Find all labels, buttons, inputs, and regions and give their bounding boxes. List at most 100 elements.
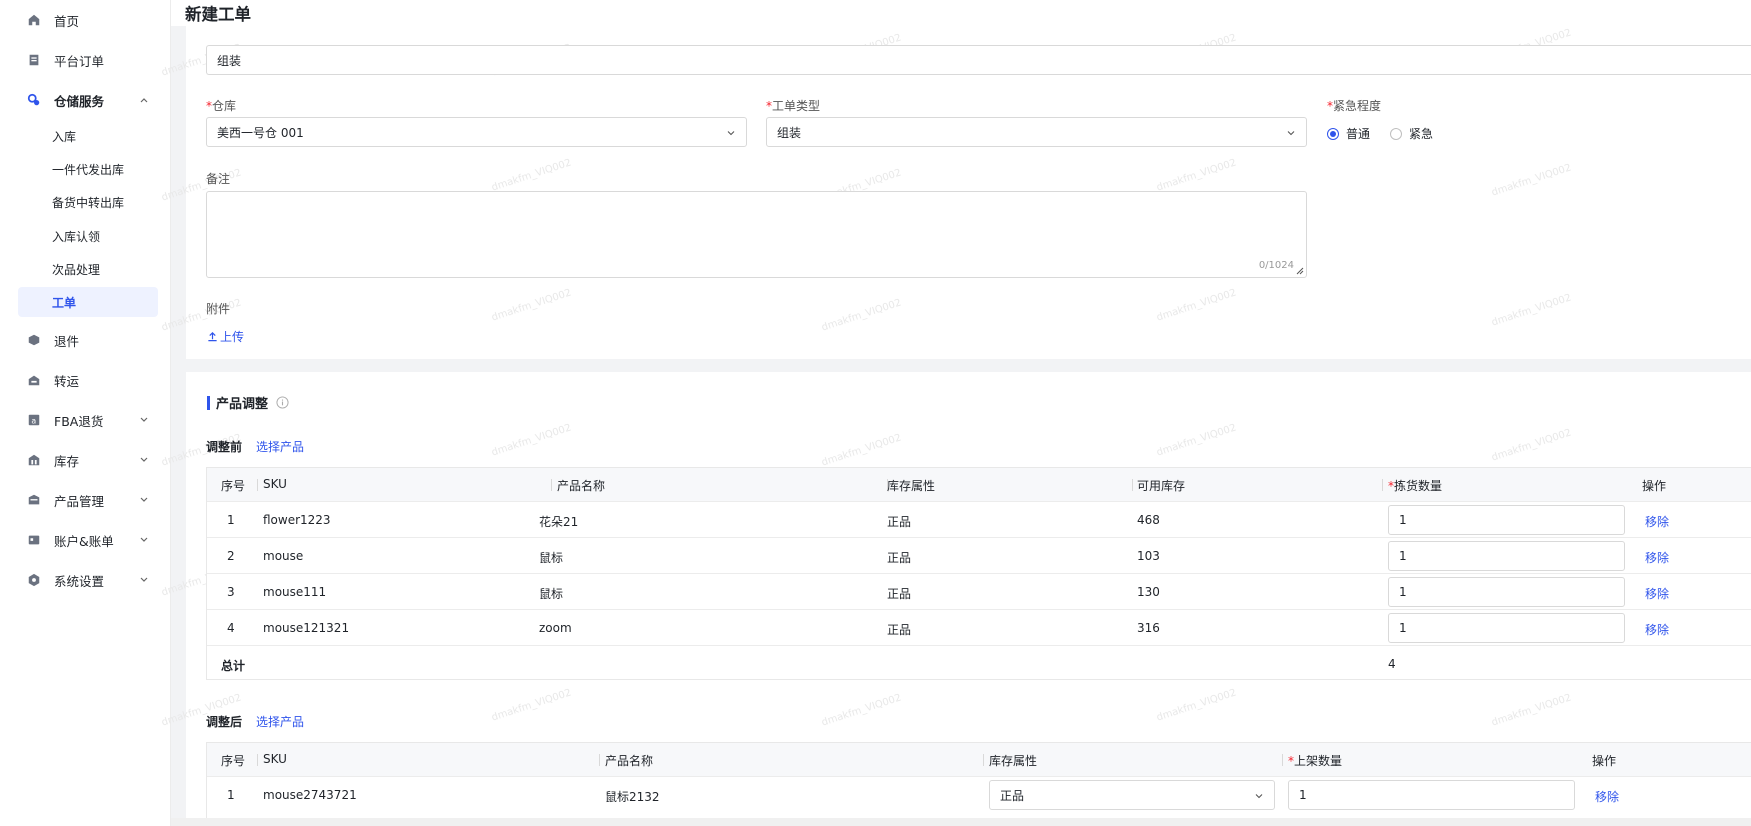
column-divider (1132, 479, 1133, 491)
remove-link[interactable]: 移除 (1645, 621, 1669, 638)
upload-button[interactable]: 上传 (207, 328, 244, 345)
home-icon (26, 12, 42, 28)
row-stock-attribute: 正品 (887, 587, 912, 601)
sidebar-item-label: 系统设置 (54, 573, 105, 589)
remove-link[interactable]: 移除 (1595, 788, 1619, 805)
resize-handle-icon[interactable] (1296, 267, 1304, 275)
sidebar-item-label: 平台订单 (54, 53, 105, 69)
remove-link[interactable]: 移除 (1645, 585, 1669, 602)
row-index: 1 (227, 788, 235, 802)
settings-icon (26, 572, 42, 588)
urgency-radio-urgent[interactable]: 紧急 (1390, 125, 1433, 142)
product-icon (26, 492, 42, 508)
pick-quantity-input[interactable]: 1 (1388, 505, 1625, 535)
column-divider (257, 754, 258, 766)
sidebar-item-fba-returns[interactable]: a FBA退货 (18, 405, 158, 435)
remove-link[interactable]: 移除 (1645, 513, 1669, 530)
sidebar-item-platform-orders[interactable]: 平台订单 (18, 45, 158, 75)
select-product-before-link[interactable]: 选择产品 (256, 438, 304, 455)
sidebar-item-label: 退件 (54, 333, 80, 349)
pick-quantity-input[interactable]: 1 (1388, 541, 1625, 571)
row-sku: mouse (263, 549, 304, 563)
column-header: 序号 (221, 479, 246, 493)
chevron-down-icon (1255, 794, 1263, 799)
sidebar-sub-transit-outbound[interactable]: 备货中转出库 (18, 187, 158, 217)
column-header: SKU (263, 752, 287, 766)
section-accent-bar (207, 395, 210, 410)
remove-link[interactable]: 移除 (1645, 549, 1669, 566)
urgency-radio-normal[interactable]: 普通 (1327, 125, 1370, 142)
chevron-down-icon (140, 497, 148, 502)
sidebar-item-account-billing[interactable]: 账户&账单 (18, 525, 158, 555)
sidebar-item-warehouse-services[interactable]: 仓储服务 (18, 85, 158, 115)
shelf-quantity-input[interactable]: 1 (1288, 780, 1575, 810)
sidebar-item-returns[interactable]: 退件 (18, 325, 158, 355)
return-icon (26, 332, 42, 348)
row-sku: mouse121321 (263, 621, 350, 635)
title-bar: 新建工单 (171, 0, 1751, 26)
warehouse-select[interactable]: 美西一号仓 001 (206, 117, 747, 147)
page-title: 新建工单 (185, 5, 251, 24)
sidebar-item-label: 产品管理 (54, 493, 105, 509)
chevron-down-icon (1287, 131, 1295, 136)
section-title-product-adjust: 产品调整 (207, 393, 289, 412)
sidebar-sub-label: 次品处理 (52, 262, 101, 277)
row-index: 2 (227, 549, 235, 563)
before-adjust-title: 调整前 (206, 440, 243, 454)
sidebar-sub-inbound-claim[interactable]: 入库认领 (18, 221, 158, 251)
row-sku: flower1223 (263, 513, 331, 527)
column-header: 库存属性 (887, 479, 936, 493)
sidebar: 首页 平台订单 仓储服务 入库 一件代发出库 备货中转出库 入库认领 次品处理 … (0, 0, 171, 826)
table-row: 4 mouse121321 zoom 正品 316 1 移除 (207, 609, 1751, 645)
column-header: *拣货数量 (1388, 479, 1443, 493)
column-divider (1282, 754, 1283, 766)
column-header: *上架数量 (1288, 754, 1343, 768)
sidebar-item-home[interactable]: 首页 (18, 5, 158, 35)
transfer-icon (26, 372, 42, 388)
fba-icon: a (26, 412, 42, 428)
remark-counter: 0/1024 (1258, 260, 1294, 271)
sidebar-item-system-settings[interactable]: 系统设置 (18, 565, 158, 595)
sidebar-sub-work-order[interactable]: 工单 (18, 287, 158, 317)
column-divider (1382, 479, 1383, 491)
pick-quantity-input[interactable]: 1 (1388, 577, 1625, 607)
radio-unselected-icon (1390, 127, 1402, 140)
before-adjust-table: 序号 SKU 产品名称 库存属性 可用库存 *拣货数量 操作 1 flower1… (206, 467, 1751, 680)
select-product-after-link[interactable]: 选择产品 (256, 713, 304, 730)
row-product-name: 鼠标2132 (605, 790, 660, 804)
sidebar-item-inventory[interactable]: 库存 (18, 445, 158, 475)
table-total-row: 总计 4 (207, 645, 1751, 680)
top-field-input[interactable]: 组装 (206, 45, 1751, 75)
sidebar-item-transfer[interactable]: 转运 (18, 365, 158, 395)
stock-attribute-select[interactable]: 正品 (989, 780, 1275, 810)
work-order-type-select[interactable]: 组装 (766, 117, 1307, 147)
sidebar-sub-label: 一件代发出库 (52, 162, 125, 177)
remark-label: 备注 (206, 172, 231, 186)
order-icon (26, 52, 42, 68)
info-icon[interactable] (276, 396, 289, 409)
table-row: 1 flower1223 花朵21 正品 468 1 移除 (207, 501, 1751, 537)
sidebar-sub-dropship-outbound[interactable]: 一件代发出库 (18, 154, 158, 184)
after-adjust-table: 序号 SKU 产品名称 库存属性 *上架数量 操作 1 mouse2743721… (206, 742, 1751, 826)
chevron-down-icon (140, 537, 148, 542)
row-index: 1 (227, 513, 235, 527)
sidebar-sub-label: 备货中转出库 (52, 195, 125, 210)
remark-textarea[interactable]: 0/1024 (206, 191, 1307, 278)
row-product-name: 花朵21 (539, 515, 579, 529)
sidebar-sub-inbound[interactable]: 入库 (18, 121, 158, 151)
radio-label: 普通 (1346, 127, 1371, 141)
chevron-down-icon (140, 577, 148, 582)
account-icon (26, 532, 42, 548)
row-index: 4 (227, 621, 235, 635)
horizontal-scrollbar[interactable] (171, 818, 1751, 826)
sidebar-sub-defect-handling[interactable]: 次品处理 (18, 254, 158, 284)
table-header: 序号 SKU 产品名称 库存属性 *上架数量 操作 (207, 743, 1751, 776)
sidebar-item-product-management[interactable]: 产品管理 (18, 485, 158, 515)
row-available-stock: 316 (1137, 621, 1160, 635)
stock-attribute-value: 正品 (1000, 788, 1025, 803)
sidebar-sub-label: 入库认领 (52, 229, 101, 244)
column-header: 序号 (221, 754, 246, 768)
pick-quantity-input[interactable]: 1 (1388, 613, 1625, 643)
chevron-down-icon (727, 131, 735, 136)
column-header: 操作 (1592, 754, 1617, 768)
